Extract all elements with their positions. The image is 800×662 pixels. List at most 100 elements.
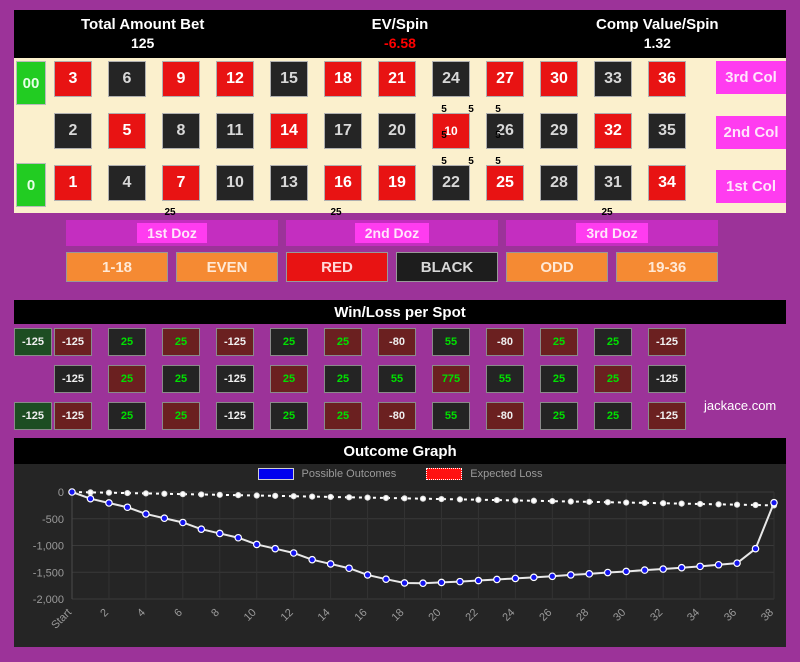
stat-value: 1.32: [643, 34, 671, 51]
board-cell-7-r2c2[interactable]: 7: [162, 165, 200, 201]
winloss-value: 25: [120, 336, 134, 348]
winloss-value: 25: [174, 373, 188, 385]
board-cell-12-r0c3[interactable]: 12: [216, 61, 254, 97]
winloss-cell-r1c2: 25: [162, 365, 200, 393]
outside-bet-1-18[interactable]: 1-18: [66, 252, 168, 282]
outside-bet-even[interactable]: EVEN: [176, 252, 278, 282]
board-cell-21-r0c6[interactable]: 21: [378, 61, 416, 97]
board-cell-1-r2c0[interactable]: 1: [54, 165, 92, 201]
column-bet-1st[interactable]: 1st Col: [716, 170, 786, 203]
winloss-value: -125: [61, 336, 85, 348]
winloss-cell-r1c7: 775: [432, 365, 470, 393]
svg-text:26: 26: [537, 607, 554, 624]
stat-total-amount-bet: Total Amount Bet 125: [14, 10, 271, 58]
board-cell-00[interactable]: 00: [16, 61, 46, 105]
dozen-bet-2[interactable]: 3rd Doz: [506, 220, 718, 246]
outside-bet-black[interactable]: BLACK: [396, 252, 498, 282]
outside-bet-odd[interactable]: ODD: [506, 252, 608, 282]
board-cell-19-r2c6[interactable]: 19: [378, 165, 416, 201]
dozen-chip-2[interactable]: 25: [600, 207, 614, 218]
board-cell-6-r0c1[interactable]: 6: [108, 61, 146, 97]
winloss-cell-r0c7: 55: [432, 328, 470, 356]
board-cell-36-r0c11[interactable]: 36: [648, 61, 686, 97]
svg-text:8: 8: [209, 607, 222, 620]
board-cell-13-r2c4[interactable]: 13: [270, 165, 308, 201]
winloss-value: -125: [61, 373, 85, 385]
board-cell-15-r0c4[interactable]: 15: [270, 61, 308, 97]
winloss-value: 55: [444, 336, 458, 348]
board-cell-24-r0c7[interactable]: 24: [432, 61, 470, 97]
svg-text:16: 16: [353, 607, 370, 624]
svg-text:22: 22: [463, 607, 480, 624]
board-cell-3-r0c0[interactable]: 3: [54, 61, 92, 97]
board-chip-2[interactable]: 5: [491, 104, 505, 115]
winloss-cell-zero-1: -125: [14, 402, 52, 430]
winloss-cell-r1c11: -125: [648, 365, 686, 393]
winloss-cell-r0c4: 25: [270, 328, 308, 356]
board-cell-10-r2c3[interactable]: 10: [216, 165, 254, 201]
board-cell-27-r0c8[interactable]: 27: [486, 61, 524, 97]
board-cell-20-r1c6[interactable]: 20: [378, 113, 416, 149]
winloss-cell-r1c6: 55: [378, 365, 416, 393]
winloss-cell-r0c10: 25: [594, 328, 632, 356]
dozen-bet-0[interactable]: 1st Doz: [66, 220, 278, 246]
winloss-cell-r0c8: -80: [486, 328, 524, 356]
board-cell-11-r1c3[interactable]: 11: [216, 113, 254, 149]
svg-text:-1,500: -1,500: [33, 567, 64, 579]
board-chip-7[interactable]: 5: [491, 156, 505, 167]
outside-bet-red[interactable]: RED: [286, 252, 388, 282]
graph-plot: 0-500-1,000-1,500-2,000Start 2 4 6 8 10 12 14 16…: [33, 487, 778, 632]
board-cell-5-r1c1[interactable]: 5: [108, 113, 146, 149]
board-cell-30-r0c9[interactable]: 30: [540, 61, 578, 97]
winloss-value: -80: [389, 336, 405, 348]
board-cell-8-r1c2[interactable]: 8: [162, 113, 200, 149]
board-chip-1[interactable]: 5: [464, 104, 478, 115]
board-chip-4[interactable]: 5: [491, 130, 505, 141]
winloss-value: 55: [444, 410, 458, 422]
svg-text:14: 14: [316, 607, 333, 624]
board-cell-18-r0c5[interactable]: 18: [324, 61, 362, 97]
winloss-cell-r2c1: 25: [108, 402, 146, 430]
winloss-cell-r1c3: -125: [216, 365, 254, 393]
board-cell-28-r2c9[interactable]: 28: [540, 165, 578, 201]
watermark: jackace.com: [704, 398, 777, 413]
dozen-chip-0[interactable]: 25: [163, 207, 177, 218]
column-bet-3rd[interactable]: 3rd Col: [716, 61, 786, 94]
board-cell-0[interactable]: 0: [16, 163, 46, 207]
dozen-chip-1[interactable]: 25: [329, 207, 343, 218]
dozen-bets: 1st Doz 2nd Doz 3rd Doz: [14, 220, 786, 246]
winloss-grid: -125 -125 -125 25 25 -125 25 25 -80 55 -80 25 25 -125…: [14, 326, 786, 430]
winloss-cell-r2c2: 25: [162, 402, 200, 430]
board-cell-31-r2c10[interactable]: 31: [594, 165, 632, 201]
board-cell-14-r1c4[interactable]: 14: [270, 113, 308, 149]
winloss-cell-r2c9: 25: [540, 402, 578, 430]
board-cell-33-r0c10[interactable]: 33: [594, 61, 632, 97]
board-cell-9-r0c2[interactable]: 9: [162, 61, 200, 97]
dozen-bet-1[interactable]: 2nd Doz: [286, 220, 498, 246]
board-cell-34-r2c11[interactable]: 34: [648, 165, 686, 201]
board-chip-0[interactable]: 5: [437, 104, 451, 115]
board-chip-5[interactable]: 5: [437, 156, 451, 167]
board-chip-3[interactable]: 5: [437, 130, 451, 141]
board-cell-17-r1c5[interactable]: 17: [324, 113, 362, 149]
board-cell-32-r1c10[interactable]: 32: [594, 113, 632, 149]
stats-bar: Total Amount Bet 125 EV/Spin -6.58 Comp …: [14, 10, 786, 58]
column-bet-2nd[interactable]: 2nd Col: [716, 116, 786, 149]
svg-text:20: 20: [426, 607, 443, 624]
outside-bet-19-36[interactable]: 19-36: [616, 252, 718, 282]
board-cell-22-r2c7[interactable]: 22: [432, 165, 470, 201]
board-cell-25-r2c8[interactable]: 25: [486, 165, 524, 201]
board-cell-2-r1c0[interactable]: 2: [54, 113, 92, 149]
board-chip-6[interactable]: 5: [464, 156, 478, 167]
board-cell-29-r1c9[interactable]: 29: [540, 113, 578, 149]
winloss-cell-r0c2: 25: [162, 328, 200, 356]
roulette-board: 00 0 3 6 9 12 15 18 21 24 27 30 33 36 2 5 8 11 14 17 20 10 2…: [14, 58, 786, 213]
board-cell-16-r2c5[interactable]: 16: [324, 165, 362, 201]
winloss-cell-r0c1: 25: [108, 328, 146, 356]
winloss-value: -125: [655, 410, 679, 422]
winloss-cell-r0c3: -125: [216, 328, 254, 356]
winloss-title: Win/Loss per Spot: [14, 300, 786, 324]
board-cell-4-r2c1[interactable]: 4: [108, 165, 146, 201]
winloss-value: 25: [174, 336, 188, 348]
board-cell-35-r1c11[interactable]: 35: [648, 113, 686, 149]
